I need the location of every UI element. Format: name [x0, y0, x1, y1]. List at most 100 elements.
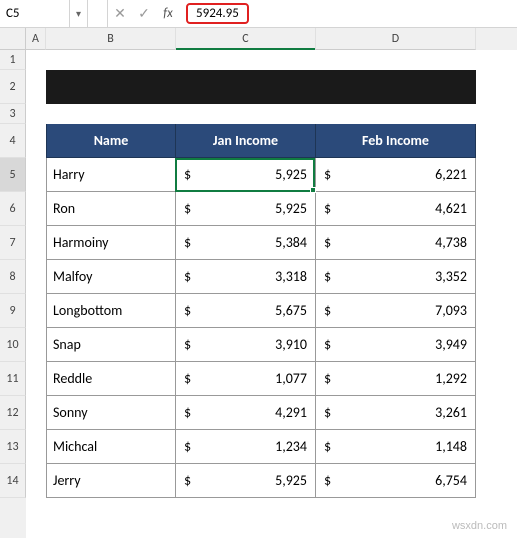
row-header-8[interactable]: 8 — [0, 260, 26, 294]
row-header-1[interactable]: 1 — [0, 50, 26, 70]
amount-value: 4,738 — [435, 234, 469, 251]
cell[interactable] — [46, 50, 176, 70]
feb-income-cell[interactable]: $4,738 — [316, 226, 476, 260]
cell[interactable] — [26, 396, 46, 430]
cell[interactable] — [26, 158, 46, 192]
row-header-4[interactable]: 4 — [0, 124, 26, 158]
fx-button[interactable]: fx — [156, 0, 180, 27]
feb-income-cell[interactable]: $4,621 — [316, 192, 476, 226]
feb-income-cell[interactable]: $1,292 — [316, 362, 476, 396]
jan-income-cell[interactable]: $3,318 — [176, 260, 316, 294]
jan-income-cell[interactable]: $4,291 — [176, 396, 316, 430]
feb-income-cell[interactable]: $6,221 — [316, 158, 476, 192]
row-header-3[interactable]: 3 — [0, 104, 26, 124]
row-header-14[interactable]: 14 — [0, 464, 26, 498]
cell[interactable] — [26, 192, 46, 226]
cell[interactable] — [26, 362, 46, 396]
cell[interactable] — [176, 50, 316, 70]
col-header-b[interactable]: B — [46, 28, 176, 50]
row-header-11[interactable]: 11 — [0, 362, 26, 396]
table-row: Harmoiny$5,384$4,738 — [26, 226, 517, 260]
jan-income-cell[interactable]: $5,384 — [176, 226, 316, 260]
title-cell[interactable] — [176, 70, 316, 104]
name-cell[interactable]: Jerry — [46, 464, 176, 498]
cell[interactable] — [316, 104, 476, 124]
formula-input[interactable]: 5924.95 — [196, 6, 239, 21]
name-cell[interactable]: Sonny — [46, 396, 176, 430]
dollar-icon: $ — [322, 302, 331, 319]
dollar-icon: $ — [182, 268, 191, 285]
feb-income-cell[interactable]: $6,754 — [316, 464, 476, 498]
cell[interactable] — [316, 50, 476, 70]
name-cell[interactable]: Harry — [46, 158, 176, 192]
feb-income-cell[interactable]: $1,148 — [316, 430, 476, 464]
feb-income-cell[interactable]: $3,352 — [316, 260, 476, 294]
header-feb[interactable]: Feb Income — [316, 124, 476, 158]
accept-formula-button[interactable]: ✓ — [132, 0, 156, 27]
cell[interactable] — [26, 464, 46, 498]
cancel-formula-button[interactable]: ✕ — [108, 0, 132, 27]
jan-income-cell[interactable]: $5,925 — [176, 158, 316, 192]
name-cell[interactable]: Harmoiny — [46, 226, 176, 260]
name-cell[interactable]: Reddle — [46, 362, 176, 396]
cell[interactable] — [176, 104, 316, 124]
name-cell[interactable]: Michcal — [46, 430, 176, 464]
cell[interactable] — [26, 294, 46, 328]
dollar-icon: $ — [182, 166, 191, 183]
cell[interactable] — [46, 104, 176, 124]
jan-income-cell[interactable]: $1,077 — [176, 362, 316, 396]
amount-value: 7,093 — [435, 302, 469, 319]
header-jan[interactable]: Jan Income — [176, 124, 316, 158]
name-box-dropdown[interactable]: ▾ — [70, 0, 88, 27]
name-cell[interactable]: Ron — [46, 192, 176, 226]
cell[interactable] — [26, 124, 46, 158]
amount-value: 4,621 — [435, 200, 469, 217]
row-header-12[interactable]: 12 — [0, 396, 26, 430]
row-header-13[interactable]: 13 — [0, 430, 26, 464]
header-row: Name Jan Income Feb Income — [26, 124, 517, 158]
name-cell[interactable]: Snap — [46, 328, 176, 362]
row-header-7[interactable]: 7 — [0, 226, 26, 260]
feb-income-cell[interactable]: $3,949 — [316, 328, 476, 362]
name-cell[interactable]: Malfoy — [46, 260, 176, 294]
jan-income-cell[interactable]: $1,234 — [176, 430, 316, 464]
row-header-6[interactable]: 6 — [0, 192, 26, 226]
dollar-icon: $ — [182, 438, 191, 455]
feb-income-cell[interactable]: $3,261 — [316, 396, 476, 430]
cell[interactable] — [26, 50, 46, 70]
select-all-corner[interactable] — [0, 28, 26, 50]
row-header-5[interactable]: 5 — [0, 158, 26, 192]
amount-value: 5,925 — [275, 200, 309, 217]
cell[interactable] — [26, 328, 46, 362]
jan-income-cell[interactable]: $5,925 — [176, 192, 316, 226]
dollar-icon: $ — [322, 370, 331, 387]
name-cell[interactable]: Longbottom — [46, 294, 176, 328]
row-header-2[interactable]: 2 — [0, 70, 26, 104]
jan-income-cell[interactable]: $5,925 — [176, 464, 316, 498]
col-header-c[interactable]: C — [176, 28, 316, 50]
cell[interactable] — [26, 226, 46, 260]
col-header-a[interactable]: A — [26, 28, 46, 50]
dollar-icon: $ — [182, 336, 191, 353]
amount-value: 3,910 — [275, 336, 309, 353]
col-header-d[interactable]: D — [316, 28, 476, 50]
dollar-icon: $ — [322, 166, 331, 183]
grid-rows: Income List Name Jan Income Feb Income H… — [26, 50, 517, 498]
header-name[interactable]: Name — [46, 124, 176, 158]
table-row: Michcal$1,234$1,148 — [26, 430, 517, 464]
cell[interactable] — [26, 430, 46, 464]
cell[interactable] — [26, 260, 46, 294]
jan-income-cell[interactable]: $5,675 — [176, 294, 316, 328]
jan-income-cell[interactable]: $3,910 — [176, 328, 316, 362]
row-header-9[interactable]: 9 — [0, 294, 26, 328]
feb-income-cell[interactable]: $7,093 — [316, 294, 476, 328]
amount-value: 6,221 — [435, 166, 469, 183]
x-icon: ✕ — [114, 5, 126, 22]
spreadsheet-grid: 1 2 3 4 5 6 7 8 9 10 11 12 13 14 A B C D — [0, 28, 517, 538]
cell[interactable] — [26, 70, 46, 104]
row-header-10[interactable]: 10 — [0, 328, 26, 362]
cell[interactable] — [26, 104, 46, 124]
amount-value: 3,949 — [435, 336, 469, 353]
name-box[interactable]: C5 — [0, 0, 70, 27]
row-headers: 1 2 3 4 5 6 7 8 9 10 11 12 13 14 — [0, 28, 26, 538]
